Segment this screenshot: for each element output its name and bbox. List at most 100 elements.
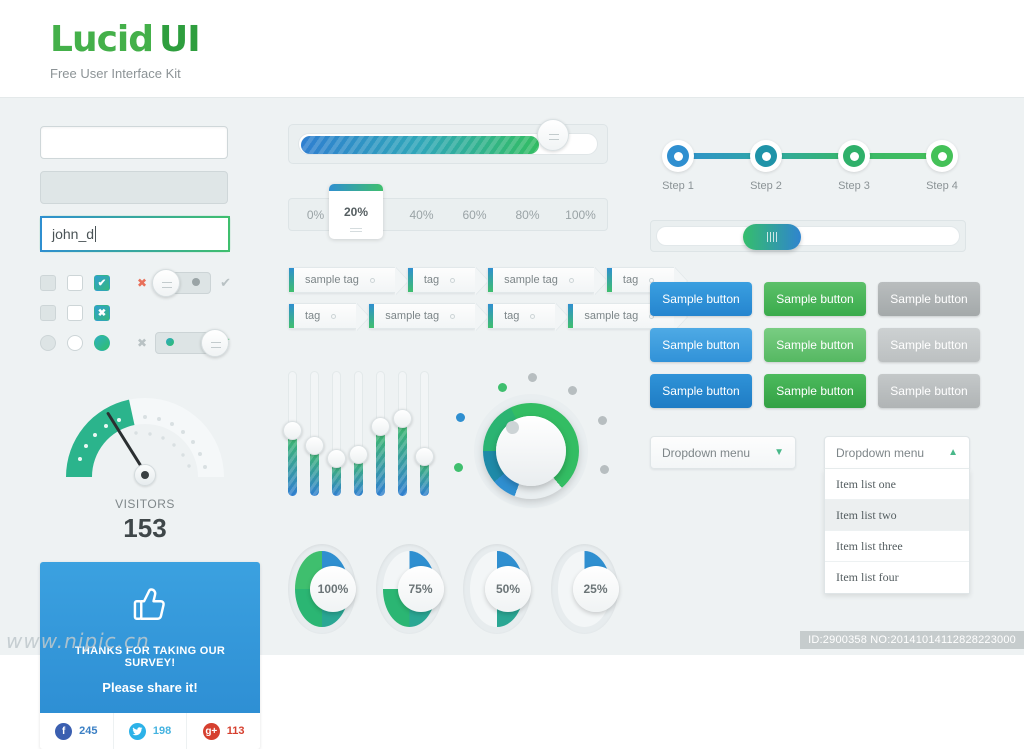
survey-subtitle: Please share it! bbox=[102, 680, 198, 695]
percent-tab-3[interactable]: 60% bbox=[448, 208, 501, 222]
dropdown-closed-header[interactable]: Dropdown menu ▼ bbox=[650, 436, 796, 469]
slider-handle[interactable] bbox=[371, 417, 390, 437]
knob-dot-idle bbox=[600, 465, 609, 474]
text-input-disabled bbox=[40, 171, 228, 204]
tag-item[interactable]: sample tag bbox=[288, 267, 395, 293]
donut-chart-group: 100% 75% 50% 25% bbox=[288, 544, 619, 634]
slider-handle[interactable] bbox=[305, 436, 324, 455]
step-node-3[interactable] bbox=[838, 140, 870, 172]
text-input-focused[interactable]: john_d bbox=[40, 216, 230, 252]
dropdown-item-4[interactable]: Item list four bbox=[825, 562, 969, 593]
slider-handle[interactable] bbox=[393, 408, 412, 428]
checkbox-unchecked[interactable] bbox=[67, 274, 83, 291]
dropdown-item-1[interactable]: Item list one bbox=[825, 469, 969, 500]
sample-button-gray-dark[interactable]: Sample button bbox=[878, 374, 980, 408]
slider-handle[interactable] bbox=[283, 421, 302, 440]
dropdown-open[interactable]: Dropdown menu ▲ Item list one Item list … bbox=[824, 436, 970, 594]
step-progress: Step 1 Step 2 Step 3 Step 4 bbox=[650, 132, 960, 194]
percent-tab-2[interactable]: 40% bbox=[395, 208, 448, 222]
sample-button-green[interactable]: Sample button bbox=[764, 282, 866, 316]
dropdown-closed[interactable]: Dropdown menu ▼ bbox=[650, 436, 796, 594]
pill-range-slider[interactable] bbox=[650, 220, 966, 252]
step-node-2[interactable] bbox=[750, 140, 782, 172]
slider-handle[interactable] bbox=[327, 448, 346, 468]
vertical-slider[interactable] bbox=[393, 371, 412, 496]
slider-fill bbox=[288, 431, 297, 496]
percent-tab-5[interactable]: 100% bbox=[554, 208, 607, 222]
radio-unselected[interactable] bbox=[67, 334, 83, 351]
toggle-switch-off[interactable] bbox=[152, 268, 212, 297]
share-facebook[interactable]: f 245 bbox=[40, 713, 114, 749]
vertical-slider[interactable] bbox=[283, 371, 302, 496]
knob-dot-idle bbox=[598, 416, 607, 425]
dropdown-item-3[interactable]: Item list three bbox=[825, 531, 969, 562]
left-column: john_d ✔ ✖ ✔ ✖ ✖ VISITORS 153 THANKS FOR… bbox=[40, 126, 270, 749]
sliders-and-knob bbox=[283, 371, 618, 508]
dropdown-item-list: Item list one Item list two Item list th… bbox=[824, 469, 970, 594]
vertical-slider[interactable] bbox=[415, 371, 434, 496]
button-row-2: Sample button Sample button Sample butto… bbox=[650, 328, 980, 362]
control-row-1: ✔ ✖ ✔ bbox=[40, 268, 270, 297]
slider-handle[interactable] bbox=[349, 444, 368, 464]
share-googleplus[interactable]: g+ 113 bbox=[187, 713, 260, 749]
step-connector-line bbox=[672, 153, 938, 159]
share-twitter[interactable]: 198 bbox=[114, 713, 188, 749]
app-logo: Lucid UI bbox=[50, 22, 1024, 58]
tag-item[interactable]: tag bbox=[288, 303, 357, 329]
vertical-slider[interactable] bbox=[305, 371, 324, 496]
percent-tab-4[interactable]: 80% bbox=[501, 208, 554, 222]
knob-indicator bbox=[506, 421, 519, 434]
sample-button-green-dark[interactable]: Sample button bbox=[764, 374, 866, 408]
dropdown-open-label: Dropdown menu bbox=[836, 445, 925, 460]
text-input-empty[interactable] bbox=[40, 126, 228, 159]
progress-fill bbox=[301, 136, 540, 154]
step-node-4[interactable] bbox=[926, 140, 958, 172]
sample-button-blue-dark[interactable]: Sample button bbox=[650, 374, 752, 408]
dropdown-item-2[interactable]: Item list two bbox=[825, 500, 969, 531]
checkbox-unchecked-2[interactable] bbox=[67, 304, 83, 321]
toggle-switch-on[interactable] bbox=[155, 328, 230, 357]
gauge-value: 153 bbox=[123, 513, 167, 543]
tag-item[interactable]: tag bbox=[406, 267, 476, 293]
toggle-off-x-icon: ✖ bbox=[137, 275, 148, 290]
percent-tab-active[interactable]: 20% bbox=[329, 184, 383, 239]
slider-handle[interactable] bbox=[415, 447, 434, 467]
sample-button-gray-light[interactable]: Sample button bbox=[878, 328, 980, 362]
donut-chart: 50% bbox=[463, 544, 531, 634]
pill-slider-handle[interactable] bbox=[743, 224, 801, 250]
radio-selected[interactable] bbox=[94, 334, 110, 351]
step-label-3: Step 3 bbox=[838, 180, 870, 192]
sample-button-blue[interactable]: Sample button bbox=[650, 282, 752, 316]
tag-item[interactable]: sample tag bbox=[487, 267, 594, 293]
tag-group: sample tag tag sample tag tag tag sample… bbox=[288, 267, 675, 329]
tag-item[interactable]: sample tag bbox=[368, 303, 476, 329]
facebook-count: 245 bbox=[79, 725, 98, 737]
checkbox-radio-group: ✔ ✖ ✔ ✖ ✖ bbox=[40, 268, 270, 357]
knob-dot-active bbox=[498, 383, 507, 392]
tag-label: tag bbox=[622, 274, 639, 286]
twitter-count: 198 bbox=[152, 725, 172, 737]
knob-dot-active bbox=[456, 413, 465, 422]
vertical-slider[interactable] bbox=[371, 371, 390, 496]
sample-button-blue-light[interactable]: Sample button bbox=[650, 328, 752, 362]
checkbox-x-marked[interactable]: ✖ bbox=[94, 304, 110, 321]
checkbox-checked[interactable]: ✔ bbox=[94, 274, 110, 291]
progress-handle[interactable] bbox=[537, 119, 570, 151]
button-row-1: Sample button Sample button Sample butto… bbox=[650, 282, 980, 316]
toggle-knob[interactable] bbox=[152, 268, 181, 297]
sample-button-green-light[interactable]: Sample button bbox=[764, 328, 866, 362]
sample-button-gray[interactable]: Sample button bbox=[878, 282, 980, 316]
survey-title: THANKS FOR TAKING OUR SURVEY! bbox=[74, 645, 226, 669]
vertical-slider[interactable] bbox=[349, 371, 368, 497]
vertical-slider[interactable] bbox=[327, 371, 346, 496]
step-node-1[interactable] bbox=[662, 140, 694, 172]
dropdown-open-header[interactable]: Dropdown menu ▲ bbox=[824, 436, 970, 469]
gauge-dial bbox=[50, 381, 240, 486]
percent-tab-bar[interactable]: 0% 40% 60% 80% 100% 20% bbox=[288, 184, 608, 239]
middle-column: 0% 40% 60% 80% 100% 20% sample tag tag s… bbox=[283, 119, 675, 634]
toggle-knob-2[interactable] bbox=[201, 328, 230, 357]
progress-slider[interactable] bbox=[288, 119, 608, 164]
rotary-knob[interactable] bbox=[474, 394, 588, 508]
tag-row-1: sample tag tag sample tag tag bbox=[288, 267, 675, 293]
tag-item[interactable]: tag bbox=[487, 303, 556, 329]
